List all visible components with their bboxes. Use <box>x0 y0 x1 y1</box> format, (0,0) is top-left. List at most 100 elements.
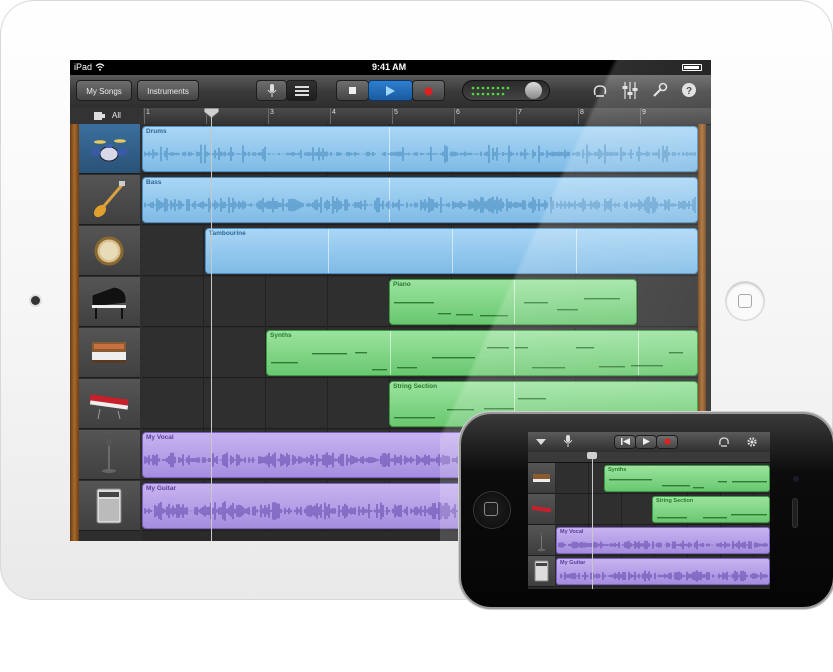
playhead-line[interactable] <box>211 115 212 541</box>
track-lane[interactable]: Bass <box>142 175 698 225</box>
ipad-camera <box>31 296 40 305</box>
track-header-string-section[interactable] <box>78 379 140 429</box>
region-piano[interactable]: Piano <box>389 279 637 325</box>
drum-kit-icon <box>91 139 127 162</box>
bass-guitar-icon <box>93 181 125 218</box>
battery-icon <box>682 64 702 71</box>
synth-icon <box>533 474 550 482</box>
track-header-drums[interactable] <box>78 124 140 174</box>
record-button[interactable] <box>656 435 678 449</box>
level-meter <box>471 86 510 96</box>
iphone-track-header-my-guitar[interactable] <box>528 556 555 587</box>
play-button[interactable] <box>368 80 413 101</box>
iphone-camera <box>793 476 799 482</box>
track-header-my-guitar[interactable] <box>78 481 140 531</box>
playhead-line[interactable] <box>592 452 593 589</box>
waveform <box>144 196 696 214</box>
region-tambourine[interactable]: Tambourine <box>205 228 698 274</box>
track-header-my-vocal[interactable] <box>78 430 140 480</box>
mixer-icon[interactable] <box>622 82 638 100</box>
region-string-section[interactable]: String Section <box>652 496 770 523</box>
region-bass[interactable]: Bass <box>142 177 698 223</box>
iphone-track-header-my-vocal[interactable] <box>528 525 555 556</box>
track-lane[interactable]: Piano <box>142 277 698 327</box>
region-my-guitar[interactable]: My Guitar <box>556 558 770 585</box>
chevron-down-icon[interactable] <box>536 439 546 445</box>
gear-icon[interactable] <box>746 436 758 448</box>
iphone-track-header-synths[interactable] <box>528 463 555 494</box>
mic-icon[interactable] <box>564 435 572 448</box>
play-button[interactable] <box>635 435 657 449</box>
rewind-icon <box>620 438 630 445</box>
volume-knob[interactable] <box>525 82 542 99</box>
track-header-piano[interactable] <box>78 277 140 327</box>
midi-notes <box>609 479 767 489</box>
track-lane[interactable]: Drums <box>142 124 698 174</box>
microphone-icon <box>537 532 546 552</box>
region-label: My Vocal <box>146 434 174 441</box>
help-icon[interactable]: ? <box>681 82 697 98</box>
region-label: String Section <box>656 498 694 504</box>
main-toolbar: My Songs Instruments ? <box>70 75 711 109</box>
track-lane[interactable]: Synths <box>142 328 698 378</box>
mic-button[interactable] <box>256 80 287 101</box>
region-label: My Guitar <box>560 560 586 566</box>
playhead-handle[interactable] <box>587 452 597 459</box>
region-label: String Section <box>393 383 438 390</box>
synth-icon <box>92 342 126 363</box>
ruler-tick <box>268 108 269 124</box>
region-label: Tambourine <box>209 230 246 237</box>
amplifier-icon <box>96 488 122 524</box>
track-lane[interactable]: String Section <box>556 494 770 525</box>
bar-number: 7 <box>518 109 522 116</box>
track-header-synths[interactable] <box>78 328 140 378</box>
midi-notes <box>394 298 620 317</box>
add-track-icon[interactable] <box>94 111 106 121</box>
region-synths[interactable]: Synths <box>266 330 698 376</box>
midi-notes <box>271 347 683 371</box>
region-my-vocal[interactable]: My Vocal <box>556 527 770 554</box>
region-drums[interactable]: Drums <box>142 126 698 172</box>
region-synths[interactable]: Synths <box>604 465 770 492</box>
iphone-track-header-string-section[interactable] <box>528 494 555 525</box>
rewind-button[interactable] <box>614 435 636 449</box>
bar-number: 4 <box>332 109 336 116</box>
track-header-tambourine[interactable] <box>78 226 140 276</box>
bar-number: 1 <box>146 109 150 116</box>
record-button[interactable] <box>412 80 445 101</box>
play-icon <box>386 86 395 96</box>
waveform <box>558 540 768 550</box>
loop-icon[interactable] <box>592 83 608 99</box>
loop-icon[interactable] <box>718 436 730 448</box>
tambourine-icon <box>94 236 124 266</box>
region-label: Bass <box>146 179 162 186</box>
my-songs-button[interactable]: My Songs <box>76 80 132 101</box>
track-header-bass[interactable] <box>78 175 140 225</box>
svg-text:?: ? <box>686 86 692 97</box>
settings-icon[interactable] <box>652 82 668 98</box>
ruler-tick <box>144 108 145 124</box>
all-tracks-label[interactable]: All <box>112 111 121 120</box>
iphone-ruler[interactable] <box>528 452 770 463</box>
volume-slider[interactable] <box>462 80 550 101</box>
status-bar: iPad 9:41 AM <box>70 60 711 75</box>
wifi-icon <box>95 63 105 71</box>
timeline-ruler[interactable]: All 123456789 <box>70 108 711 125</box>
bar-number: 6 <box>456 109 460 116</box>
stop-button[interactable] <box>336 80 369 101</box>
bar-number: 3 <box>270 109 274 116</box>
instruments-button[interactable]: Instruments <box>137 80 199 101</box>
amplifier-icon <box>534 560 549 582</box>
track-lane[interactable]: Synths <box>556 463 770 494</box>
grand-piano-icon <box>91 286 127 319</box>
midi-notes <box>657 514 767 519</box>
track-lane[interactable]: My Vocal <box>556 525 770 556</box>
ruler-tick <box>454 108 455 124</box>
track-lane[interactable]: My Guitar <box>556 556 770 587</box>
record-icon <box>664 438 670 445</box>
track-lane[interactable]: Tambourine <box>142 226 698 276</box>
mic-icon <box>267 84 276 97</box>
track-headers <box>70 124 142 541</box>
tracks-view-button[interactable] <box>286 80 317 101</box>
region-label: Piano <box>393 281 411 288</box>
